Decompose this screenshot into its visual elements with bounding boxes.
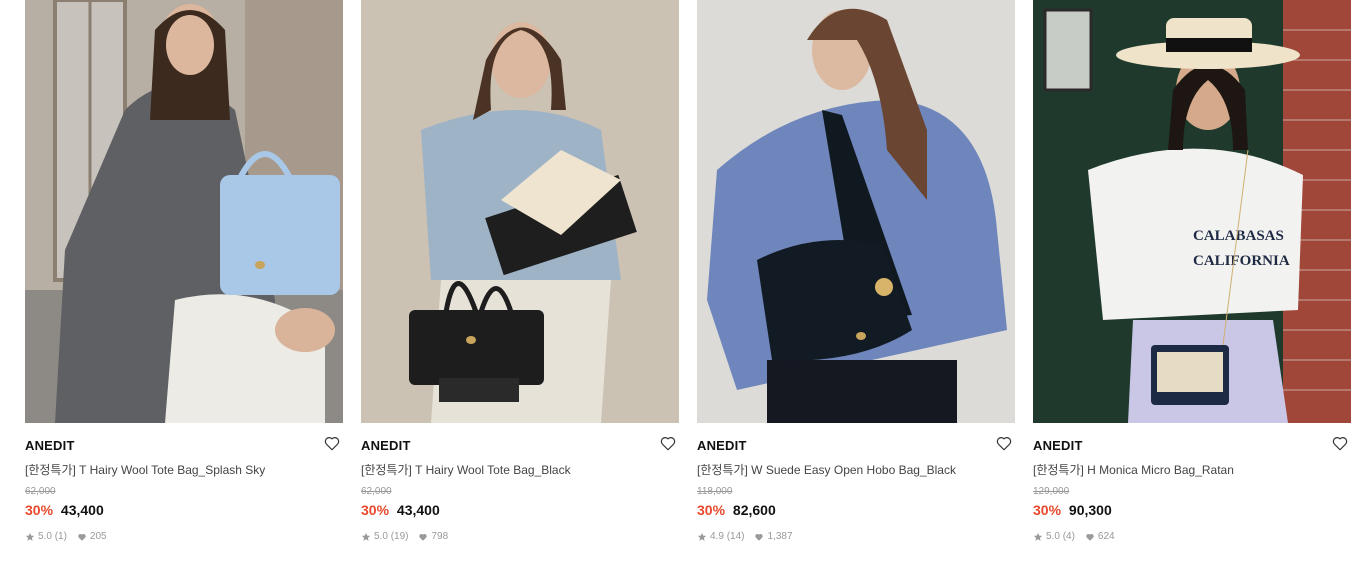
review-count: (1) (54, 531, 67, 542)
heart-outline-icon (996, 437, 1012, 451)
brand-name[interactable]: ANEDIT (25, 438, 75, 453)
price-row: 30% 43,400 (361, 502, 440, 518)
product-name[interactable]: [한정특가] T Hairy Wool Tote Bag_Splash Sky (25, 461, 325, 478)
review-count: (14) (726, 531, 745, 542)
discount-rate: 30% (25, 502, 54, 518)
svg-text:CALABASAS: CALABASAS (1193, 228, 1284, 244)
brand-name[interactable]: ANEDIT (1033, 438, 1083, 453)
product-card[interactable]: ANEDIT [한정특가] T Hairy Wool Tote Bag_Blac… (361, 0, 679, 564)
rating-value: 4.9 (710, 531, 724, 542)
like-count: 798 (431, 531, 449, 542)
product-card[interactable]: CALABASAS CALIFORNIA ANEDIT [한정특가] H Mon… (1033, 0, 1351, 564)
price-row: 30% 82,600 (697, 502, 776, 518)
sale-price: 90,300 (1068, 502, 1112, 518)
product-image[interactable] (697, 0, 1015, 423)
heart-filled-icon (754, 532, 764, 542)
price-row: 30% 90,300 (1033, 502, 1112, 518)
review-count: (4) (1062, 531, 1075, 542)
product-image[interactable] (25, 0, 343, 423)
like-count: 205 (89, 531, 107, 542)
review-count: (19) (390, 531, 409, 542)
product-stats: 4.9 (14) 1,387 (697, 531, 793, 542)
heart-filled-icon (1085, 532, 1095, 542)
original-price: 62,000 (25, 486, 56, 497)
product-card[interactable]: ANEDIT [한정특가] W Suede Easy Open Hobo Bag… (697, 0, 1015, 564)
heart-filled-icon (77, 532, 87, 542)
wishlist-button[interactable] (995, 434, 1013, 452)
heart-outline-icon (660, 437, 676, 451)
product-image[interactable] (361, 0, 679, 423)
like-count: 1,387 (767, 531, 793, 542)
rating-value: 5.0 (374, 531, 388, 542)
brand-name[interactable]: ANEDIT (697, 438, 747, 453)
price-row: 30% 43,400 (25, 502, 104, 518)
star-icon (697, 532, 707, 542)
svg-text:CALIFORNIA: CALIFORNIA (1193, 253, 1290, 269)
brand-name[interactable]: ANEDIT (361, 438, 411, 453)
product-name[interactable]: [한정특가] H Monica Micro Bag_Ratan (1033, 461, 1333, 478)
original-price: 129,000 (1033, 486, 1070, 497)
heart-outline-icon (324, 437, 340, 451)
original-price: 118,000 (697, 486, 733, 497)
discount-rate: 30% (697, 502, 726, 518)
product-stats: 5.0 (1) 205 (25, 531, 107, 542)
product-name[interactable]: [한정특가] T Hairy Wool Tote Bag_Black (361, 461, 661, 478)
product-stats: 5.0 (19) 798 (361, 531, 448, 542)
product-card[interactable]: ANEDIT [한정특가] T Hairy Wool Tote Bag_Spla… (25, 0, 343, 564)
product-grid: ANEDIT [한정특가] T Hairy Wool Tote Bag_Spla… (0, 0, 1354, 564)
star-icon (361, 532, 371, 542)
star-icon (25, 532, 35, 542)
sale-price: 43,400 (396, 502, 440, 518)
wishlist-button[interactable] (1331, 434, 1349, 452)
product-name[interactable]: [한정특가] W Suede Easy Open Hobo Bag_Black (697, 461, 997, 478)
sale-price: 82,600 (732, 502, 776, 518)
product-stats: 5.0 (4) 624 (1033, 531, 1115, 542)
like-count: 624 (1097, 531, 1115, 542)
discount-rate: 30% (361, 502, 390, 518)
sale-price: 43,400 (60, 502, 104, 518)
rating-value: 5.0 (38, 531, 52, 542)
product-image[interactable]: CALABASAS CALIFORNIA (1033, 0, 1351, 423)
original-price: 62,000 (361, 486, 392, 497)
star-icon (1033, 532, 1043, 542)
heart-outline-icon (1332, 437, 1348, 451)
discount-rate: 30% (1033, 502, 1062, 518)
wishlist-button[interactable] (323, 434, 341, 452)
wishlist-button[interactable] (659, 434, 677, 452)
heart-filled-icon (418, 532, 428, 542)
rating-value: 5.0 (1046, 531, 1060, 542)
